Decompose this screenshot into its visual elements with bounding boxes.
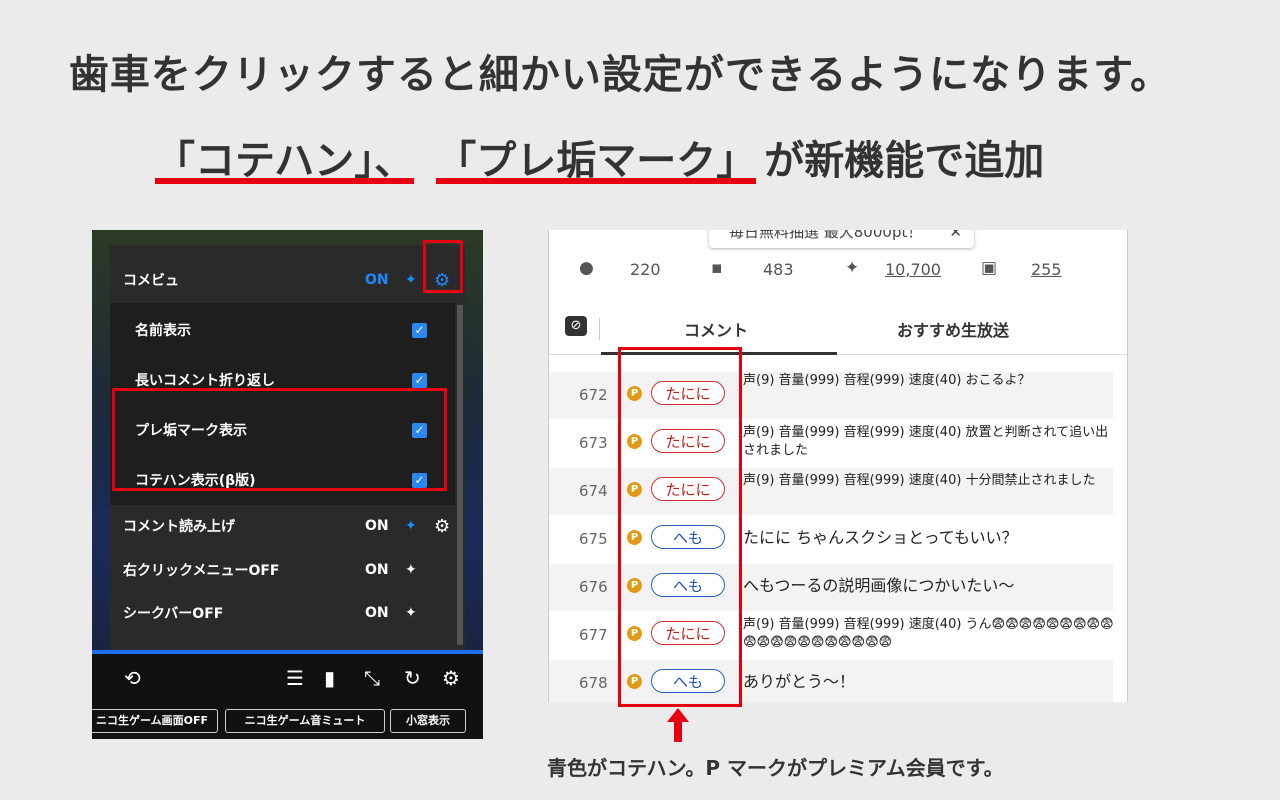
comment-text: 声(9) 音量(999) 音程(999) 速度(40) 放置と判断されて追い出さ… [743, 425, 1109, 458]
player-panel: コメビュ ON ✦ ⚙ 名前表示 ✓ 長いコメント折り返し ✓ プレ垢マーク表示… [92, 230, 483, 739]
comment-number: 674 [579, 482, 608, 500]
gear-icon[interactable]: ⚙ [442, 666, 460, 690]
comment-number: 677 [579, 626, 608, 644]
gear-icon[interactable]: ⚙ [434, 516, 450, 537]
highlight-gear [423, 240, 463, 293]
tab-comment[interactable]: コメント [684, 317, 748, 341]
menu-row-label: 右クリックメニューOFF [123, 563, 280, 579]
checkbox[interactable]: ✓ [412, 372, 427, 388]
subline: 「コテハン」、 「プレ垢マーク」 が新機能で追加 [155, 128, 1044, 188]
menu-row-state[interactable]: ON [365, 272, 389, 288]
menu-row-comment-reading[interactable]: コメント読み上げ ON ✦ ⚙ [110, 503, 455, 549]
highlight-new-options [112, 388, 447, 491]
comment-number: 675 [579, 530, 608, 548]
comment-count: 483 [763, 260, 794, 279]
menu-item-label: 長いコメント折り返し [135, 373, 275, 389]
menu-scrollbar[interactable] [457, 305, 463, 645]
comment-number: 673 [579, 434, 608, 452]
ad-count[interactable]: 10,700 [885, 260, 941, 279]
highlight-badges [618, 347, 742, 707]
pin-icon[interactable]: ✦ [405, 605, 417, 621]
player-controls: ⟲ ☰ ▮ ⤡ ↻ ⚙ [92, 654, 483, 704]
menu-row-state[interactable]: ON [365, 605, 389, 621]
comment-text: 声(9) 音量(999) 音程(999) 速度(40) 十分間禁止されました [743, 473, 1096, 488]
comment-text: ありがとう～！ [743, 672, 856, 691]
arrow-up-icon [667, 708, 689, 742]
subline-new-feature: が新機能で追加 [764, 138, 1045, 184]
viewer-count: 220 [630, 260, 661, 279]
stats-bar: ● 220 ▪ 483 ✦ 10,700 ▣ 255 [549, 252, 1127, 288]
pin-icon[interactable]: ✦ [405, 518, 417, 534]
replay-10-icon[interactable]: ⟲ [124, 666, 141, 690]
headline: 歯車をクリックすると細かい設定ができるようになります。 [68, 52, 1172, 98]
promo-tooltip: 毎日無料抽選 最大8000pt！ ✕ [709, 230, 974, 248]
caption: 青色がコテハン。P マークがプレミアム会員です。 [547, 756, 1004, 780]
game-screen-off-button[interactable]: ニコ生ゲーム画面OFF [92, 709, 218, 733]
menu-row-seekbar-off[interactable]: シークバーOFF ON ✦ [110, 590, 455, 636]
gift-icon: ▣ [981, 258, 998, 278]
comment-text: へもつーるの説明画像につかいたい～ [743, 576, 1015, 595]
player-bottom-buttons: ニコ生ゲーム画面OFF ニコ生ゲーム音ミュート 小窓表示 [92, 704, 483, 739]
reload-icon[interactable]: ↻ [404, 666, 421, 690]
comment-text: 声(9) 音量(999) 音程(999) 速度(40) おこるよ？ [743, 373, 1031, 388]
small-window-button[interactable]: 小窓表示 [390, 709, 466, 733]
no-comment-icon[interactable]: ⊘ [565, 316, 587, 336]
game-sound-mute-button[interactable]: ニコ生ゲーム音ミュート [225, 709, 385, 733]
checkbox[interactable]: ✓ [412, 322, 427, 338]
comment-number: 672 [579, 386, 608, 404]
pin-icon[interactable]: ✦ [405, 272, 417, 288]
tab-recommended[interactable]: おすすめ生放送 [897, 317, 1009, 341]
comment-text: たにに ちゃんスクショとってもいい？ [743, 528, 1018, 547]
menu-row-state[interactable]: ON [365, 518, 389, 534]
comment-count-icon: ▪ [711, 258, 723, 278]
comment-number: 678 [579, 674, 608, 692]
ad-icon: ✦ [845, 258, 860, 278]
menu-row-label: シークバーOFF [123, 606, 224, 622]
comment-number: 676 [579, 578, 608, 596]
pin-icon[interactable]: ✦ [405, 562, 417, 578]
expand-icon[interactable]: ⤡ [364, 666, 380, 690]
menu-row-comeview[interactable]: コメビュ ON ✦ ⚙ [110, 257, 455, 303]
comment-text: 声(9) 音量(999) 音程(999) 速度(40) うん😨😨😨😨😨😨😨😨😨😨… [743, 617, 1114, 650]
menu-row-label: コメント読み上げ [123, 519, 235, 535]
gift-count[interactable]: 255 [1031, 260, 1062, 279]
viewer-icon: ● [579, 258, 594, 278]
close-icon[interactable]: ✕ [949, 230, 962, 246]
subline-kotehan: 「コテハン」、 [155, 128, 415, 186]
sliders-icon[interactable]: ☰ [286, 666, 304, 690]
comment-icon[interactable]: ▮ [324, 666, 335, 690]
menu-row-right-click-off[interactable]: 右クリックメニューOFF ON ✦ [110, 547, 455, 593]
menu-item-name-display[interactable]: 名前表示 ✓ [110, 307, 455, 353]
tooltip-text: 毎日無料抽選 最大8000pt！ [729, 230, 923, 241]
menu-row-state[interactable]: ON [365, 562, 389, 578]
menu-item-label: 名前表示 [135, 323, 191, 339]
subline-premium-mark: 「プレ垢マーク」 [436, 128, 757, 186]
menu-row-label: コメビュ [123, 273, 179, 289]
